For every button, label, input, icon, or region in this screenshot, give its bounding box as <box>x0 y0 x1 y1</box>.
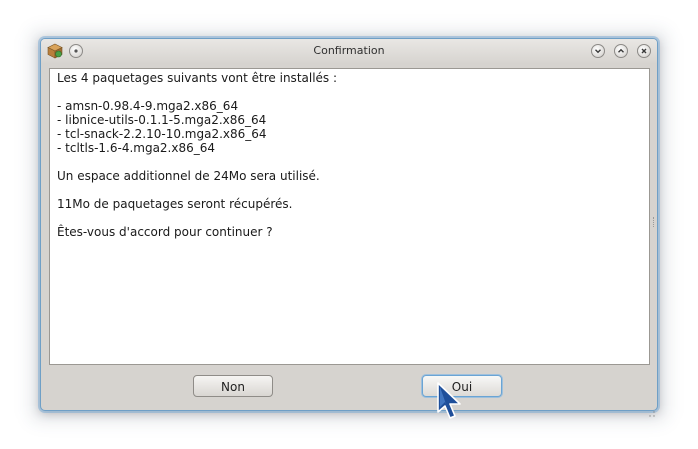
title-bar[interactable]: Confirmation <box>41 39 657 63</box>
resize-grip-corner[interactable] <box>649 402 655 417</box>
maximize-button[interactable] <box>614 44 628 58</box>
package-item: - libnice-utils-0.1.1-5.mga2.x86_64 <box>57 113 267 127</box>
message-line: Les 4 paquetages suivants vont être inst… <box>57 71 338 85</box>
message-text-area: Les 4 paquetages suivants vont être inst… <box>49 68 650 365</box>
chevron-up-icon <box>618 48 624 53</box>
mouse-pointer-icon <box>437 382 461 419</box>
chevron-down-icon <box>595 49 601 54</box>
package-item: - tcltls-1.6-4.mga2.x86_64 <box>57 141 216 155</box>
resize-grip-right[interactable] <box>653 217 656 227</box>
minimize-button[interactable] <box>591 44 605 58</box>
close-button[interactable] <box>637 44 651 58</box>
no-button[interactable]: Non <box>193 375 273 397</box>
confirmation-dialog: Confirmation Les 4 paquetages suivants v… <box>40 38 658 417</box>
question-line: Êtes-vous d'accord pour continuer ? <box>57 225 273 239</box>
message-line: 11Mo de paquetages seront récupérés. <box>57 197 293 211</box>
message-line: Un espace additionnel de 24Mo sera utili… <box>57 169 320 183</box>
window-title: Confirmation <box>313 44 385 57</box>
package-item: - tcl-snack-2.2.10-10.mga2.x86_64 <box>57 127 267 141</box>
package-item: - amsn-0.98.4-9.mga2.x86_64 <box>57 99 239 113</box>
close-icon <box>641 48 647 54</box>
